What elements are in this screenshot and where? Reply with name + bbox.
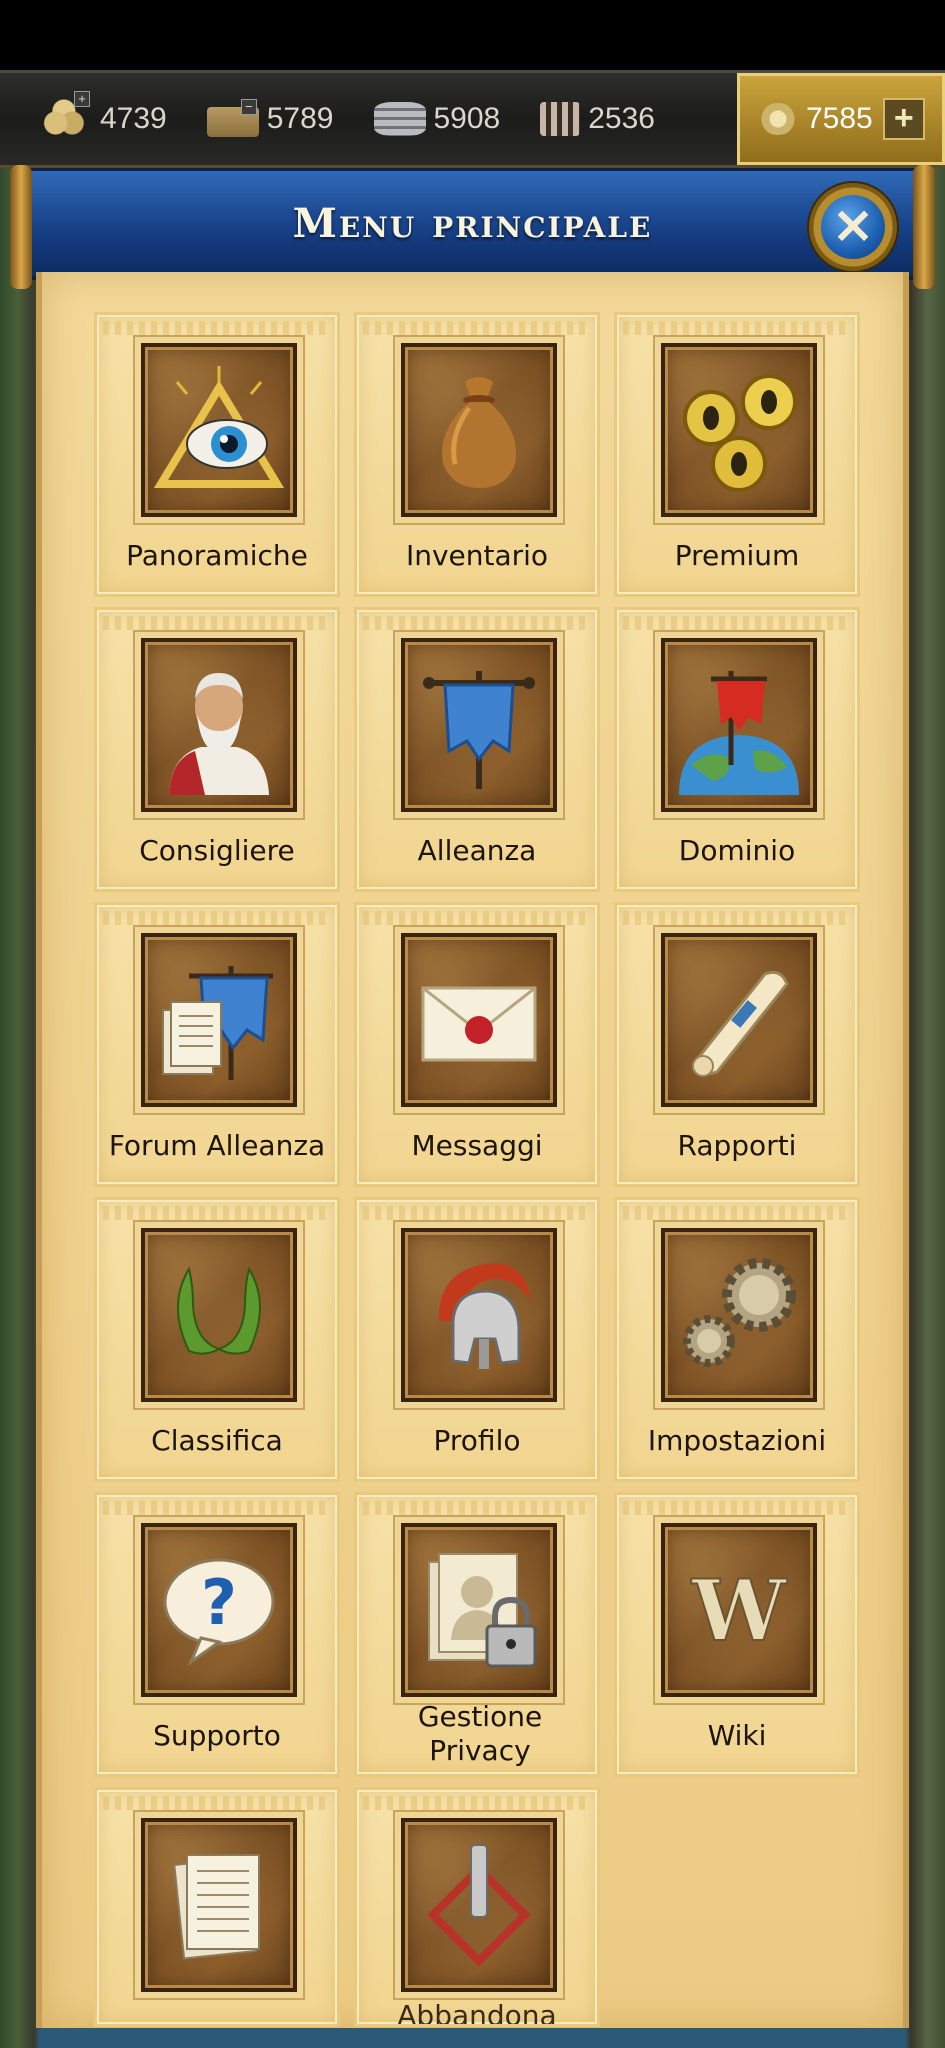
menu-item-profilo[interactable]: Profilo: [354, 1197, 600, 1482]
menu-item-label: Abbandona: [397, 1999, 557, 2027]
menu-panel: Panoramiche Inventario Premium Consiglie…: [36, 272, 909, 2028]
gold-amount: 7585: [806, 102, 873, 135]
silver-amount: 5908: [433, 102, 501, 135]
stone-amount: 5789: [266, 102, 334, 135]
menu-item-consigliere[interactable]: Consigliere: [94, 607, 340, 892]
menu-item-inventario[interactable]: Inventario: [354, 312, 600, 597]
menu-item-label: Classifica: [151, 1424, 283, 1457]
laurel-icon: [141, 1228, 297, 1402]
privacy-lock-icon: [401, 1523, 557, 1697]
menu-item-dominio[interactable]: Dominio: [614, 607, 860, 892]
menu-item-gestione-privacy[interactable]: Gestione Privacy: [354, 1492, 600, 1777]
menu-item-wiki[interactable]: W Wiki: [614, 1492, 860, 1777]
menu-item-label: Profilo: [433, 1424, 521, 1457]
wiki-w-icon: W: [661, 1523, 817, 1697]
stone-icon: −: [206, 99, 259, 137]
wood-icon: +: [40, 91, 92, 139]
menu-item-label: Rapporti: [677, 1129, 797, 1162]
menu-item-messaggi[interactable]: Messaggi: [354, 902, 600, 1187]
banner-icon: [401, 638, 557, 812]
menu-item-label: [97, 1986, 337, 2024]
menu-item-label: Impostazioni: [647, 1424, 827, 1457]
scroll-icon: [661, 933, 817, 1107]
stone-resource[interactable]: − 5789: [167, 73, 334, 165]
gold-coins-icon: [661, 343, 817, 517]
menu-item-label: Consigliere: [139, 834, 295, 867]
close-icon: ×: [821, 195, 885, 259]
gold-resource[interactable]: 7585 +: [737, 73, 945, 165]
population-resource[interactable]: 2536: [500, 73, 655, 165]
silver-coins-icon: [373, 102, 426, 136]
globe-banner-icon: [661, 638, 817, 812]
menu-item-classifica[interactable]: Classifica: [94, 1197, 340, 1482]
menu-item-forum-alleanza[interactable]: Forum Alleanza: [94, 902, 340, 1187]
menu-item-documents[interactable]: [94, 1787, 340, 2027]
svg-text:?: ?: [201, 1566, 237, 1639]
menu-item-abbandona[interactable]: Abbandona: [354, 1787, 600, 2027]
menu-item-label: Messaggi: [411, 1129, 543, 1162]
wood-resource[interactable]: + 4739: [0, 73, 167, 165]
page-title: Menu principale: [292, 200, 653, 247]
gold-icon: [758, 103, 798, 135]
svg-text:W: W: [691, 1561, 788, 1660]
menu-header: Menu principale ×: [10, 165, 935, 289]
menu-item-supporto[interactable]: ? Supporto: [94, 1492, 340, 1777]
advisor-portrait-icon: [141, 638, 297, 812]
menu-item-label: Dominio: [678, 834, 796, 867]
buy-gold-button[interactable]: +: [882, 98, 925, 140]
population-amount: 2536: [588, 102, 655, 135]
sack-icon: [401, 343, 557, 517]
menu-item-label: Forum Alleanza: [108, 1129, 326, 1162]
menu-item-impostazioni[interactable]: Impostazioni: [614, 1197, 860, 1482]
wood-amount: 4739: [100, 102, 167, 135]
menu-item-label: Gestione Privacy: [417, 1700, 543, 1767]
forum-banner-icon: [141, 933, 297, 1107]
menu-item-premium[interactable]: Premium: [614, 312, 860, 597]
resource-bar: + 4739 − 5789 5908 2536 7585 +: [0, 70, 945, 168]
helmet-icon: [401, 1228, 557, 1402]
menu-item-panoramiche[interactable]: Panoramiche: [94, 312, 340, 597]
menu-item-label: Inventario: [405, 539, 549, 572]
population-icon: [540, 102, 581, 136]
documents-icon: [141, 1818, 297, 1992]
menu-grid: Panoramiche Inventario Premium Consiglie…: [94, 312, 906, 2027]
menu-item-label: Premium: [674, 539, 800, 572]
question-bubble-icon: ?: [141, 1523, 297, 1697]
menu-item-label: Alleanza: [417, 834, 537, 867]
eye-triangle-icon: [141, 343, 297, 517]
power-icon: [401, 1818, 557, 1992]
silver-resource[interactable]: 5908: [334, 73, 501, 165]
menu-item-alleanza[interactable]: Alleanza: [354, 607, 600, 892]
menu-item-rapporti[interactable]: Rapporti: [614, 902, 860, 1187]
menu-item-label: Wiki: [707, 1719, 767, 1752]
menu-item-label: Supporto: [153, 1719, 281, 1752]
gears-icon: [661, 1228, 817, 1402]
menu-item-label: Panoramiche: [126, 539, 308, 572]
close-button[interactable]: ×: [807, 181, 899, 273]
envelope-icon: [401, 933, 557, 1107]
